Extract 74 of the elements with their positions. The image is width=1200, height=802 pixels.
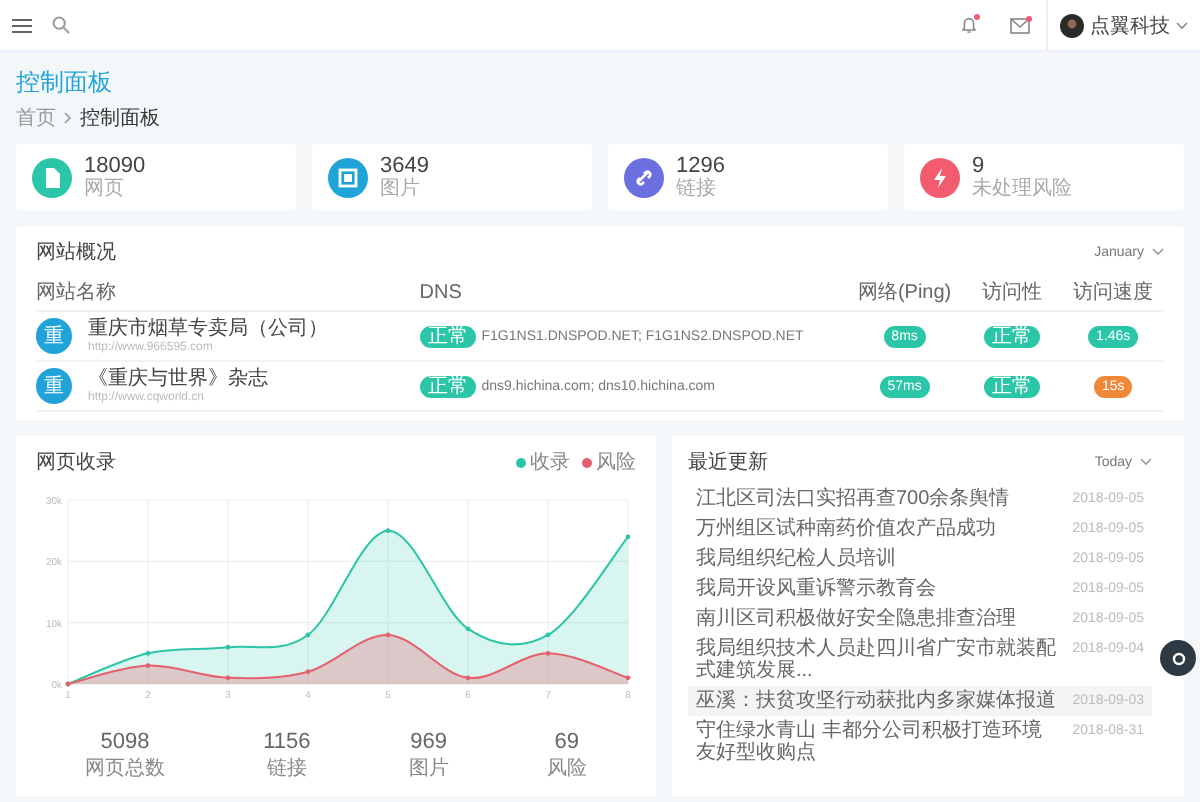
- total-value: 1156: [263, 730, 311, 754]
- data-point: [385, 528, 391, 534]
- total-label: 网页总数: [85, 755, 166, 782]
- data-point: [465, 626, 471, 632]
- menu-icon[interactable]: [12, 17, 32, 33]
- site-avatar: 重: [36, 368, 72, 404]
- data-point: [625, 534, 631, 540]
- data-point: [385, 632, 391, 638]
- total-value: 5098: [98, 730, 152, 754]
- chevron-icon[interactable]: [1176, 21, 1188, 29]
- stat-value: 9: [972, 154, 985, 178]
- data-point: [465, 675, 471, 681]
- card-title: 网页收录: [36, 450, 116, 476]
- data-point: [305, 669, 311, 675]
- total-label: 图片: [408, 755, 449, 782]
- settings-button[interactable]: [1160, 640, 1196, 676]
- status-badge: 正常: [419, 375, 476, 397]
- page-title: 控制面板: [16, 66, 112, 100]
- stat-label: 网页: [84, 178, 126, 200]
- data-point: [545, 632, 551, 638]
- bolt-icon: [928, 165, 952, 189]
- total-label: 链接: [264, 755, 309, 782]
- legend-item: 风险: [582, 448, 636, 476]
- update-title: 南川区司积极做好安全隐患排查治理: [696, 608, 1016, 630]
- data-point: [145, 650, 151, 656]
- data-point: [305, 632, 311, 638]
- search-icon[interactable]: [52, 16, 70, 34]
- stat-label: 未处理风险: [972, 178, 1072, 200]
- total-value: 969: [408, 730, 449, 754]
- update-title: 巫溪：扶贫攻坚行动获批内多家媒体报道: [696, 690, 1056, 712]
- update-title: 我局开设风重诉警示教育会: [696, 578, 936, 600]
- breadcrumb-current: 控制面板: [80, 105, 160, 132]
- total-value: 69: [552, 730, 582, 754]
- stat-value: 3649: [380, 154, 429, 178]
- user-name[interactable]: 点翼科技: [1090, 11, 1170, 39]
- avatar-icon[interactable]: [1060, 13, 1084, 37]
- column-header: 网站名称: [36, 282, 116, 304]
- status-badge: 正常: [983, 375, 1040, 397]
- update-title: 万州组区试种南药价值农产品成功: [696, 518, 996, 540]
- bell-icon[interactable]: [960, 16, 978, 34]
- update-title: 守住绿水青山 丰都分公司积极打造环境友好型收购点: [696, 720, 1044, 764]
- column-header: 访问性: [981, 282, 1042, 304]
- site-name: 重庆市烟草专卖局（公司）: [88, 318, 328, 341]
- stat-label: 链接: [676, 178, 718, 200]
- total-label: 风险: [546, 756, 587, 782]
- card-title: 最近更新: [688, 449, 768, 476]
- stat-value: 18090: [84, 154, 146, 178]
- status-badge: 正常: [419, 325, 476, 347]
- data-point: [625, 675, 631, 681]
- chevron-icon: [64, 112, 72, 124]
- column-header: 网络(Ping): [857, 282, 952, 304]
- image-icon: [336, 165, 360, 189]
- data-point: [145, 663, 151, 668]
- column-header: 访问速度: [1073, 282, 1154, 304]
- column-header: DNS: [419, 281, 462, 303]
- data-point: [225, 675, 231, 681]
- update-title: 我局组织技术人员赴四川省广安市就装配式建筑发展...: [696, 638, 1058, 682]
- stat-value: 1296: [676, 154, 725, 178]
- site-avatar: 重: [36, 318, 72, 354]
- ring-icon: [1171, 651, 1185, 665]
- card-title: 网站概况: [36, 239, 116, 266]
- mail-icon[interactable]: [1010, 17, 1030, 33]
- chevron-icon: [1140, 458, 1152, 466]
- stat-label: 图片: [380, 178, 422, 200]
- status-badge: 正常: [983, 325, 1040, 347]
- update-title: 我局组织纪检人员培训: [696, 548, 896, 570]
- site-name: 《重庆与世界》杂志: [88, 368, 268, 391]
- data-point: [545, 650, 551, 656]
- legend-item: 收录: [516, 448, 570, 476]
- link-icon: [632, 165, 656, 189]
- document-icon: [40, 165, 64, 189]
- chevron-icon: [1152, 248, 1164, 256]
- update-title: 江北区司法口实招再查700余条舆情: [696, 488, 1010, 510]
- data-point: [225, 644, 231, 650]
